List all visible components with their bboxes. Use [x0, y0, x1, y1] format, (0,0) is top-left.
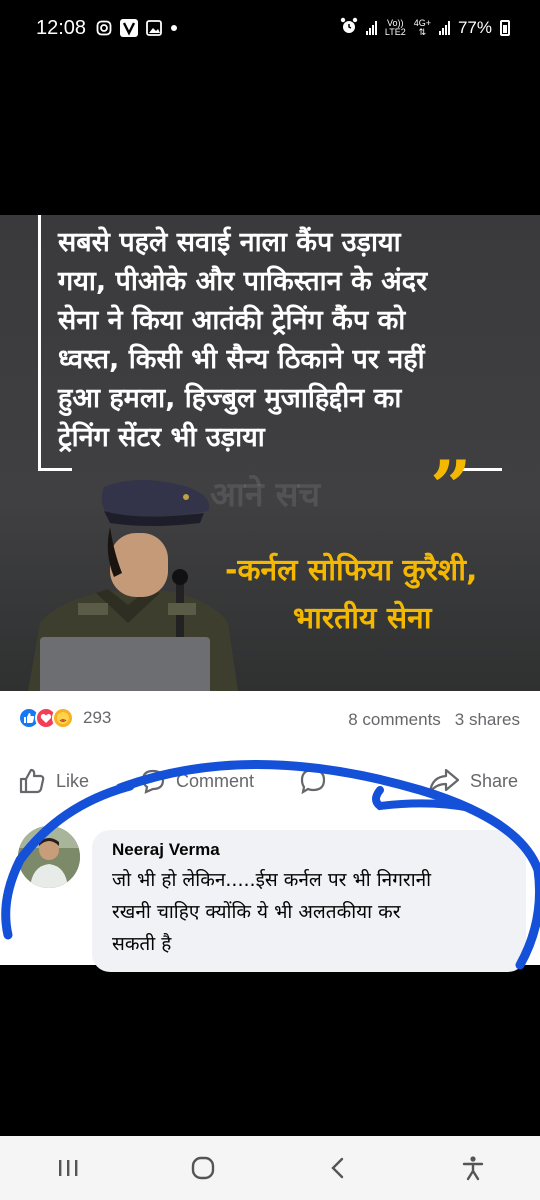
battery-icon	[500, 20, 510, 36]
status-time: 12:08	[36, 16, 87, 39]
comment-line: रखनी चाहिए क्योंकि ये भी अलतकीया कर	[112, 901, 401, 923]
commenter-avatar[interactable]	[18, 826, 80, 888]
instagram-icon	[96, 20, 112, 36]
accessibility-icon	[462, 1156, 483, 1181]
post-footer: 293 8 comments 3 shares Like Comment Sha…	[0, 691, 540, 972]
reaction-summary[interactable]: 293	[18, 707, 111, 729]
home-button[interactable]	[173, 1146, 233, 1190]
recent-apps-button[interactable]	[38, 1146, 98, 1190]
signal-sim1-icon	[365, 21, 377, 35]
engagement-counts: 8 comments 3 shares	[348, 710, 520, 730]
quote-line: गया, पीओके और पाकिस्तान के अंदर	[58, 266, 428, 297]
quote-attribution: -कर्नल सोफिया कुरैशी, भारतीय सेना	[225, 547, 477, 643]
thumbs-up-icon	[19, 768, 45, 794]
closing-quote-mark: ”	[430, 444, 472, 529]
comment-bubble-icon	[141, 769, 165, 794]
alarm-icon	[340, 17, 358, 40]
comment-line: जो भी हो लेकिन.....ईस कर्नल पर भी निगरान…	[112, 869, 432, 891]
volte-indicator: Vo)) LTE2	[385, 19, 406, 37]
status-bar: 12:08 Vo)) LTE2 4G+ ⇅ 77%	[0, 0, 540, 56]
home-icon	[191, 1156, 214, 1180]
comment-line: सकती है	[112, 933, 172, 955]
network-type-indicator: 4G+ ⇅	[414, 19, 431, 37]
recents-icon	[58, 1160, 77, 1176]
back-chevron-icon	[330, 1157, 343, 1179]
battery-percent: 77%	[457, 18, 492, 37]
quote-text: सबसे पहले सवाई नाला कैंप उड़ाया गया, पीओ…	[58, 223, 498, 457]
messenger-icon	[300, 768, 326, 794]
post-image[interactable]: सबसे पहले सवाई नाला कैंप उड़ाया गया, पीओ…	[0, 215, 540, 691]
quote-line: सेना ने किया आतंकी ट्रेनिंग कैंप को	[58, 305, 406, 336]
signal-sim2-icon	[438, 21, 450, 35]
comment-button[interactable]: Comment	[140, 768, 254, 794]
reaction-count: 293	[83, 708, 112, 727]
attribution-org: भारतीय सेना	[293, 601, 432, 636]
laptop	[40, 637, 210, 691]
commenter-name[interactable]: Neeraj Verma	[112, 840, 512, 860]
comments-count-link[interactable]: 8 comments	[348, 710, 441, 730]
like-label: Like	[56, 770, 90, 791]
data-arrows-icon: ⇅	[418, 27, 427, 37]
like-button[interactable]: Like	[18, 767, 89, 795]
post-action-bar: Like Comment Share	[0, 759, 540, 803]
quote-line: ध्वस्त, किसी भी सैन्य ठिकाने पर नहीं	[58, 344, 425, 375]
share-label: Share	[470, 770, 519, 791]
comment-label: Comment	[176, 770, 255, 791]
comment-bubble[interactable]: Neeraj Verma जो भी हो लेकिन.....ईस कर्नल…	[92, 830, 526, 972]
gallery-icon	[146, 20, 162, 36]
care-reaction-icon	[52, 707, 74, 729]
v-app-icon	[120, 19, 139, 37]
lte-label: LTE2	[384, 27, 406, 37]
shares-count-link[interactable]: 3 shares	[455, 710, 520, 730]
comment-text: जो भी हो लेकिन.....ईस कर्नल पर भी निगरान…	[112, 864, 512, 960]
send-button[interactable]	[300, 768, 326, 794]
attribution-name: -कर्नल सोफिया कुरैशी,	[225, 553, 478, 588]
notification-dot-icon	[170, 24, 178, 32]
share-arrow-icon	[428, 768, 460, 794]
back-button[interactable]	[308, 1146, 368, 1190]
system-navigation-bar	[0, 1136, 540, 1200]
share-button[interactable]: Share	[428, 767, 518, 795]
quote-line: सबसे पहले सवाई नाला कैंप उड़ाया	[58, 227, 401, 258]
accessibility-button[interactable]	[443, 1146, 503, 1190]
quote-line: हुआ हमला, हिज्बुल मुजाहिद्दीन का	[58, 383, 402, 414]
